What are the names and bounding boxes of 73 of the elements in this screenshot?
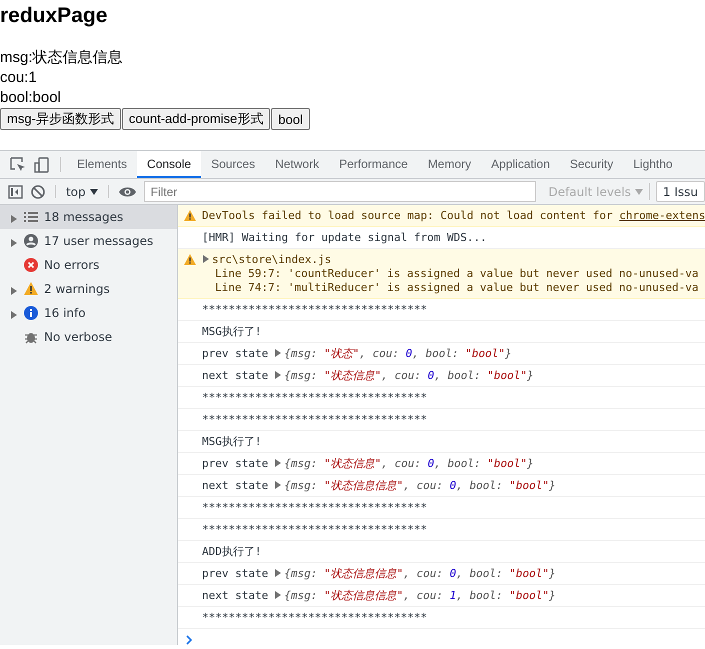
action-button[interactable]: bool xyxy=(271,108,310,130)
state-label: prev state xyxy=(202,346,268,361)
object-preview[interactable]: {msg: "状态信息", cou: 0, bool: "bool"} xyxy=(284,368,534,383)
object-preview[interactable]: {msg: "状态信息信息", cou: 1, bool: "bool"} xyxy=(284,588,556,603)
state-label: next state xyxy=(202,368,268,383)
file-path[interactable]: src\store\index.js xyxy=(212,252,332,267)
expand-arrow-icon[interactable] xyxy=(274,481,282,489)
warning-icon xyxy=(184,254,196,265)
log-text: ADD执行了! xyxy=(202,544,262,559)
state-label: next state xyxy=(202,478,268,493)
expand-arrow-icon[interactable] xyxy=(10,238,18,246)
log-text: ********************************** xyxy=(202,390,428,405)
warning-icon xyxy=(184,210,196,221)
object-preview[interactable]: {msg: "状态信息", cou: 0, bool: "bool"} xyxy=(284,456,534,471)
devtools-tab[interactable]: Sources xyxy=(201,151,266,178)
error-icon xyxy=(24,258,38,272)
sidebar-item[interactable]: 17 user messages xyxy=(0,229,177,253)
sidebar-item[interactable]: No verbose xyxy=(0,325,177,349)
sidebar-item[interactable]: No errors xyxy=(0,253,177,277)
caret-icon xyxy=(90,188,98,194)
context-dropdown[interactable]: top xyxy=(62,179,102,204)
warning-text: DevTools failed to load source map: Could not load content for chrome-extens xyxy=(202,208,705,223)
devtools-tab[interactable]: Lightho xyxy=(623,151,683,178)
state-label: next state xyxy=(202,588,268,603)
issues-button[interactable]: 1 Issu xyxy=(656,181,705,202)
log-text: ********************************** xyxy=(202,522,428,537)
log-text: ********************************** xyxy=(202,302,428,317)
devtools-tab[interactable]: Memory xyxy=(418,151,482,178)
expand-arrow-icon[interactable] xyxy=(274,591,282,599)
devtools-tab[interactable]: Security xyxy=(560,151,624,178)
devtools-tab[interactable]: Console xyxy=(137,151,202,178)
warning-icon xyxy=(24,282,38,296)
list-icon xyxy=(24,210,38,224)
lint-warning-text: Line 74:7: 'multiReducer' is assigned a value but never used no-unused-va xyxy=(214,281,698,295)
sidebar-item[interactable]: 18 messages xyxy=(0,205,177,229)
bug-icon xyxy=(24,330,38,344)
expand-arrow-icon[interactable] xyxy=(10,286,18,294)
log-text: MSG执行了! xyxy=(202,434,262,449)
object-preview[interactable]: {msg: "状态信息信息", cou: 0, bool: "bool"} xyxy=(284,566,556,581)
caret-icon xyxy=(634,188,643,194)
devtools-tab[interactable]: Network xyxy=(265,151,330,178)
sidebar-item[interactable]: 2 warnings xyxy=(0,277,177,301)
expand-arrow-icon[interactable] xyxy=(274,349,282,357)
expand-arrow-icon[interactable] xyxy=(202,255,210,263)
log-text: ********************************** xyxy=(202,412,428,427)
page-title: reduxPage xyxy=(0,3,108,29)
source-link[interactable]: chrome-extens xyxy=(619,209,705,222)
state-text: msg:状态信息信息 xyxy=(0,48,123,68)
log-text: MSG执行了! xyxy=(202,324,262,339)
action-button[interactable]: msg-异步函数形式 xyxy=(0,108,121,130)
devtools-tab[interactable]: Application xyxy=(481,151,560,178)
expand-arrow-icon[interactable] xyxy=(10,214,18,222)
log-text: [HMR] Waiting for update signal from WDS... xyxy=(202,230,487,245)
expand-arrow-icon[interactable] xyxy=(274,569,282,577)
devtools-tab[interactable]: Performance xyxy=(329,151,418,178)
state-label: prev state xyxy=(202,566,268,581)
state-text: bool:bool xyxy=(0,88,61,108)
state-text: cou:1 xyxy=(0,68,37,88)
expand-arrow-icon[interactable] xyxy=(10,310,18,318)
sidebar-item[interactable]: 16 info xyxy=(0,301,177,325)
log-text: ********************************** xyxy=(202,610,428,625)
user-icon xyxy=(24,234,38,248)
object-preview[interactable]: {msg: "状态", cou: 0, bool: "bool"} xyxy=(284,346,512,361)
state-label: prev state xyxy=(202,456,268,471)
log-text: ********************************** xyxy=(202,500,428,515)
info-icon xyxy=(24,306,38,320)
devtools-tab[interactable]: Elements xyxy=(67,151,138,178)
expand-arrow-icon[interactable] xyxy=(274,371,282,379)
filter-field[interactable]: Filter xyxy=(144,181,536,202)
action-button[interactable]: count-add-promise形式 xyxy=(122,108,270,130)
expand-arrow-icon[interactable] xyxy=(274,459,282,467)
object-preview[interactable]: {msg: "状态信息信息", cou: 0, bool: "bool"} xyxy=(284,478,556,493)
lint-warning-text: Line 59:7: 'countReducer' is assigned a value but never used no-unused-va xyxy=(214,267,698,281)
